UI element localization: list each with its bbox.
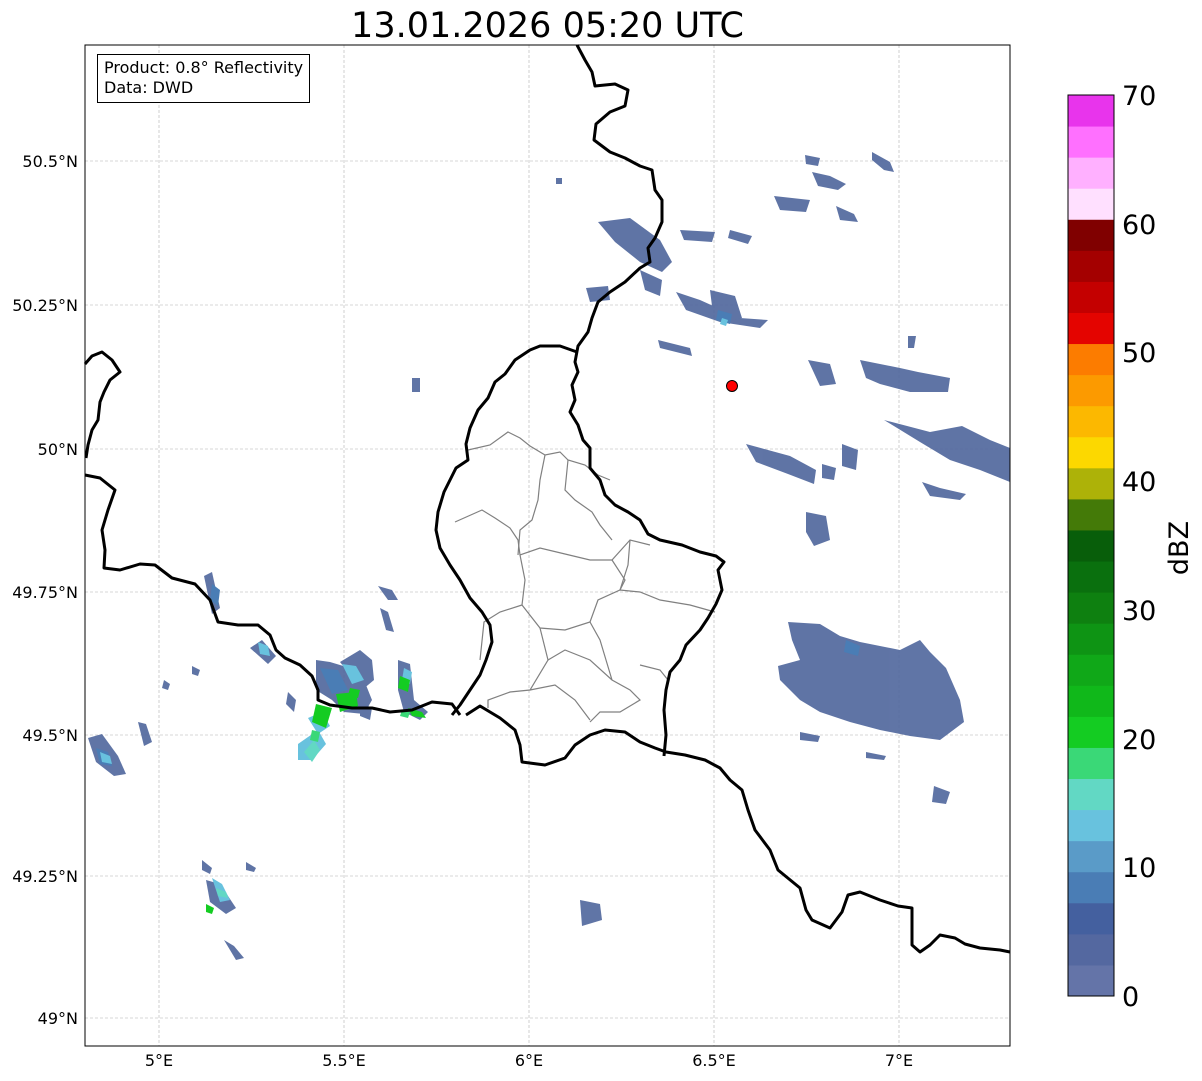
y-tick-label: 50.25°N (12, 296, 78, 315)
y-axis-ticks: 50.5°N 50.25°N 50°N 49.75°N 49.5°N 49.25… (12, 152, 78, 1028)
x-tick-label: 5°E (145, 1051, 173, 1070)
colorbar-segment (1068, 778, 1114, 811)
colorbar-label: dBZ (1164, 521, 1195, 575)
colorbar-segment (1068, 95, 1114, 127)
colorbar-segment (1068, 716, 1114, 748)
colorbar-segment (1068, 157, 1114, 189)
x-tick-label: 5.5°E (322, 1051, 366, 1070)
product-label: Product: 0.8° Reflectivity (104, 58, 304, 77)
colorbar-segment (1068, 654, 1114, 686)
radar-site-marker (726, 380, 738, 392)
info-box: Product: 0.8° Reflectivity Data: DWD (97, 54, 311, 103)
colorbar-tick-label: 40 (1122, 467, 1156, 498)
colorbar-segment (1068, 436, 1114, 469)
colorbar-segment (1068, 343, 1114, 376)
map-title: 13.01.2026 05:20 UTC (351, 6, 744, 46)
data-source-label: Data: DWD (104, 78, 194, 97)
y-tick-label: 49°N (38, 1009, 78, 1028)
x-tick-label: 6.5°E (692, 1051, 736, 1070)
y-tick-label: 49.5°N (22, 726, 78, 745)
colorbar-tick-label: 30 (1122, 596, 1156, 627)
colorbar-segment (1068, 685, 1114, 717)
y-tick-label: 50°N (38, 440, 78, 459)
colorbar-segment (1068, 902, 1114, 935)
y-tick-label: 50.5°N (22, 152, 78, 171)
colorbar-segment (1068, 467, 1114, 500)
colorbar-segment (1068, 498, 1114, 531)
colorbar-segment (1068, 592, 1114, 624)
x-tick-label: 6°E (515, 1051, 543, 1070)
colorbar-segment (1068, 964, 1114, 997)
colorbar-tick-label: 60 (1122, 210, 1156, 241)
radar-map: 5°E 5.5°E 6°E 6.5°E 7°E 50.5°N 50.25°N 5… (12, 44, 1195, 1070)
y-tick-label: 49.25°N (12, 867, 78, 886)
colorbar-segment (1068, 747, 1114, 780)
colorbar-segment (1068, 374, 1114, 407)
colorbar-segment (1068, 312, 1114, 345)
colorbar-segment (1068, 529, 1114, 562)
colorbar-segment (1068, 840, 1114, 873)
y-tick-label: 49.75°N (12, 583, 78, 602)
colorbar-segment (1068, 405, 1114, 438)
colorbar-segment (1068, 933, 1114, 966)
colorbar-segment (1068, 281, 1114, 313)
colorbar-tick-label: 50 (1122, 338, 1156, 369)
colorbar-segment (1068, 250, 1114, 282)
colorbar-segment (1068, 126, 1114, 158)
colorbar-ticks: 0 10 20 30 40 50 60 70 (1122, 81, 1156, 1013)
colorbar-tick-label: 20 (1122, 725, 1156, 756)
colorbar (1068, 95, 1114, 997)
colorbar-segment (1068, 871, 1114, 904)
x-tick-label: 7°E (885, 1051, 913, 1070)
colorbar-segment (1068, 623, 1114, 655)
colorbar-tick-label: 0 (1122, 982, 1139, 1013)
colorbar-segment (1068, 188, 1114, 220)
colorbar-segment (1068, 809, 1114, 842)
x-axis-ticks: 5°E 5.5°E 6°E 6.5°E 7°E (145, 1051, 913, 1070)
colorbar-segment (1068, 561, 1114, 593)
colorbar-segment (1068, 219, 1114, 251)
colorbar-tick-label: 10 (1122, 853, 1156, 884)
colorbar-tick-label: 70 (1122, 81, 1156, 112)
